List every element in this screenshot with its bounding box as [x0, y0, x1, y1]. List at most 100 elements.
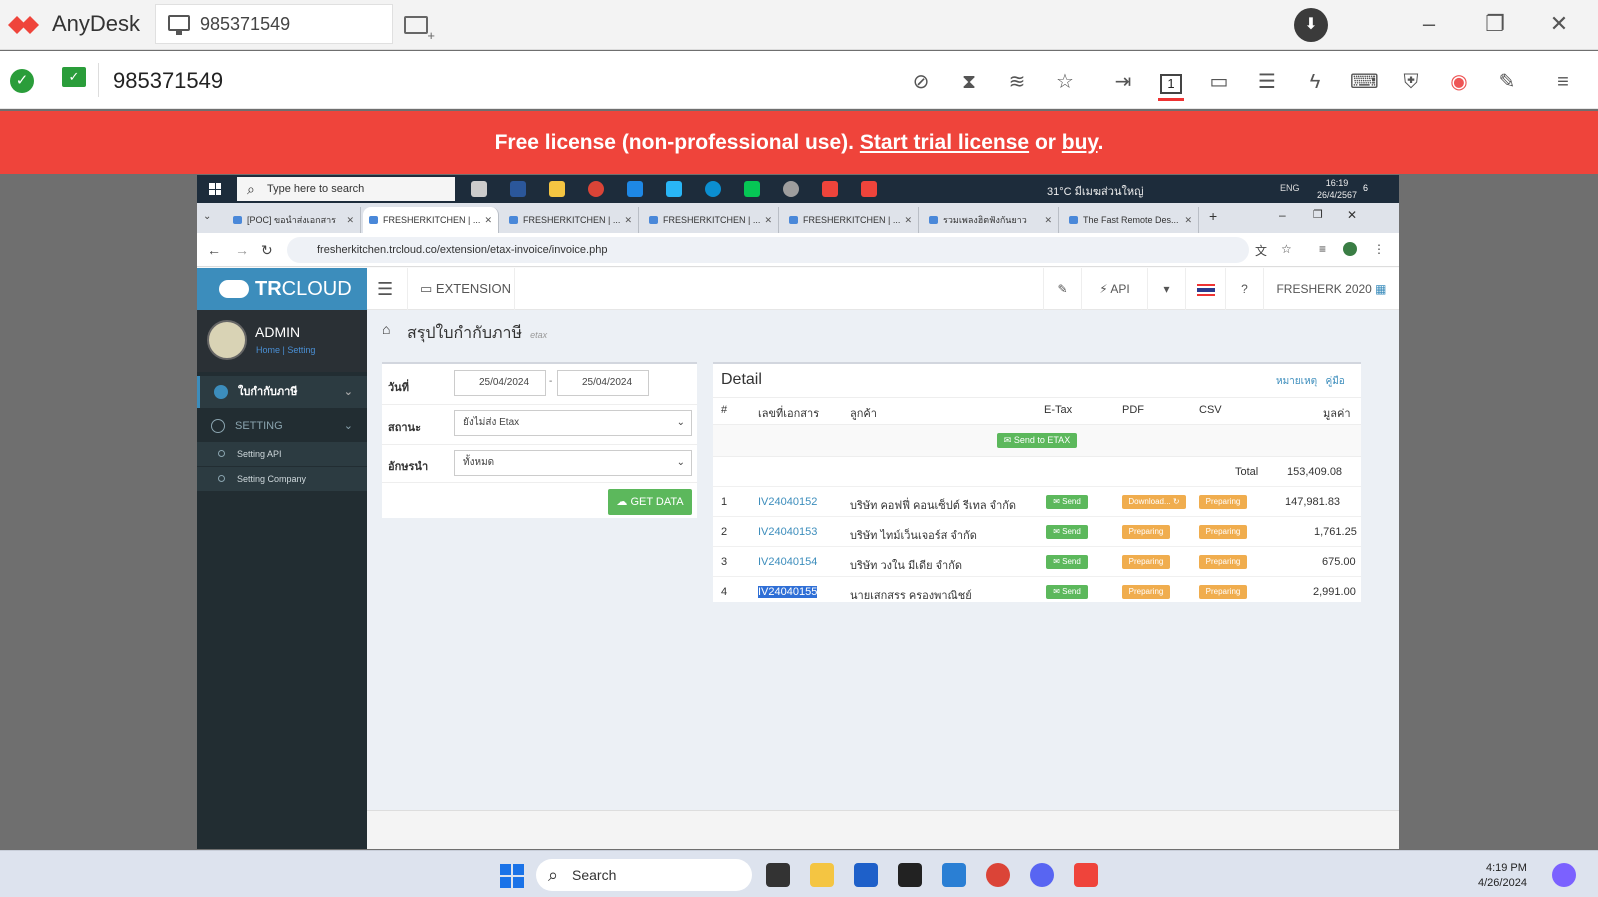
anydesk-task-icon[interactable]	[822, 181, 838, 197]
host-clock[interactable]: 4:19 PM 4/26/2024	[1478, 861, 1527, 891]
line-icon[interactable]	[744, 181, 760, 197]
buy-link[interactable]: buy	[1062, 131, 1098, 154]
edge-icon[interactable]	[705, 181, 721, 197]
privacy-icon[interactable]: ⊘	[908, 69, 934, 95]
anydesk-taskbar-icon[interactable]	[1074, 863, 1098, 887]
remote-screen[interactable]: Type here to search 31°C มีเมฆส่วนใหญ่ E…	[197, 175, 1399, 849]
sidebar-item-setting[interactable]: SETTING ⌄	[197, 410, 367, 442]
etax-send-button[interactable]: ✉ Send	[1046, 495, 1088, 509]
weather-widget[interactable]: 31°C มีเมฆส่วนใหญ่	[1047, 182, 1143, 200]
date-to-input[interactable]: 25/04/2024	[557, 370, 649, 396]
sidebar-sub-setting-company[interactable]: Setting Company	[197, 467, 367, 491]
manual-link[interactable]: คู่มือ	[1326, 376, 1345, 387]
back-icon[interactable]: ←	[207, 242, 221, 258]
trcloud-logo[interactable]: TRCLOUD	[197, 268, 367, 310]
browser-tab[interactable]: FRESHERKITCHEN | ... ✕	[783, 207, 919, 233]
setting-link[interactable]: Setting	[287, 345, 315, 355]
sidebar-item-tax-invoice[interactable]: ใบกำกับภาษี ⌄	[197, 376, 367, 408]
date-from-input[interactable]: 25/04/2024	[454, 370, 546, 396]
task-view-icon[interactable]	[766, 863, 790, 887]
send-to-etax-button[interactable]: ✉ Send to ETAX	[997, 433, 1077, 448]
thai-flag-icon[interactable]	[1185, 268, 1225, 310]
forward-icon[interactable]: →	[235, 242, 249, 258]
whiteboard-pen-icon[interactable]: ✎	[1494, 69, 1520, 95]
chrome-alt-icon[interactable]	[783, 181, 799, 197]
host-search-box[interactable]: Search	[536, 859, 752, 891]
task-view-icon[interactable]	[471, 181, 487, 197]
record-icon[interactable]: ◉	[1446, 69, 1472, 95]
sticky-notes-icon[interactable]	[898, 863, 922, 887]
remote-clock[interactable]: 16:19 26/4/2567	[1317, 177, 1357, 201]
hourglass-icon[interactable]: ⧗	[956, 69, 982, 95]
doc-number-link[interactable]: IV24040152	[758, 496, 817, 508]
new-tab-icon[interactable]: +	[1209, 208, 1217, 224]
browser-restore-icon[interactable]: ❐	[1313, 208, 1323, 221]
minimize-button[interactable]: –	[1412, 10, 1446, 38]
tab-close-icon[interactable]: ✕	[904, 207, 912, 233]
doc-number-link[interactable]: IV24040153	[758, 526, 817, 538]
etax-send-button[interactable]: ✉ Send	[1046, 585, 1088, 599]
tab-close-icon[interactable]: ✕	[624, 207, 632, 233]
dropdown-caret-icon[interactable]: ▾	[1147, 268, 1185, 310]
tab-search-icon[interactable]: ⌄	[203, 211, 211, 222]
browser-menu-icon[interactable]: ⋮	[1373, 242, 1385, 256]
file-explorer-icon[interactable]	[810, 863, 834, 887]
keyboard-icon[interactable]: ⌨	[1350, 69, 1379, 95]
file-transfer-icon[interactable]: ⇥	[1110, 69, 1136, 95]
mail-icon[interactable]	[627, 181, 643, 197]
browser-close-icon[interactable]: ✕	[1347, 208, 1357, 222]
language-indicator[interactable]: ENG	[1280, 183, 1300, 193]
actions-lightning-icon[interactable]: ϟ	[1302, 69, 1328, 95]
windows-start-icon[interactable]	[500, 864, 524, 888]
status-select[interactable]: ยังไม่ส่ง Etax ⌄	[454, 410, 692, 436]
help-icon[interactable]: ?	[1225, 268, 1263, 310]
home-link[interactable]: Home	[256, 345, 280, 355]
chrome-icon[interactable]	[588, 181, 604, 197]
pdf-download-button[interactable]: Download... ↻	[1122, 495, 1186, 509]
prefix-select[interactable]: ทั้งหมด ⌄	[454, 450, 692, 476]
address-input[interactable]: 985371549	[155, 4, 393, 44]
remote-search-box[interactable]: Type here to search	[237, 177, 455, 201]
hamburger-menu-icon[interactable]: ☰	[377, 279, 393, 300]
etax-send-button[interactable]: ✉ Send	[1046, 525, 1088, 539]
marker-icon[interactable]: ✎	[1043, 268, 1081, 310]
tab-close-icon[interactable]: ✕	[764, 207, 772, 233]
snipping-tool-icon[interactable]	[942, 863, 966, 887]
tab-close-icon[interactable]: ✕	[346, 207, 354, 233]
get-data-button[interactable]: ☁ GET DATA	[608, 489, 692, 515]
translate-icon[interactable]: 文	[1255, 242, 1267, 259]
tab-close-icon[interactable]: ✕	[484, 207, 492, 233]
file-explorer-icon[interactable]	[549, 181, 565, 197]
database-icon[interactable]: ≋	[1004, 69, 1030, 95]
bookmark-star-icon[interactable]: ☆	[1281, 242, 1292, 256]
chat-icon[interactable]: ☰	[1254, 69, 1280, 95]
profile-avatar[interactable]	[1343, 242, 1357, 256]
star-icon[interactable]: ☆	[1052, 69, 1078, 95]
browser-tab[interactable]: The Fast Remote Des... ✕	[1063, 207, 1199, 233]
doc-number-link-selected[interactable]: IV24040155	[758, 586, 818, 598]
copilot-icon[interactable]	[1552, 863, 1576, 887]
reload-icon[interactable]: ↻	[261, 242, 273, 259]
display-select-button[interactable]: 1	[1158, 69, 1184, 101]
start-trial-link[interactable]: Start trial license	[860, 131, 1029, 154]
api-nav[interactable]: ⚡ API	[1081, 268, 1147, 310]
doc-number-link[interactable]: IV24040154	[758, 556, 817, 568]
notification-count[interactable]: 6	[1363, 183, 1368, 193]
anydesk-task-icon-2[interactable]	[861, 181, 877, 197]
sidebar-sub-setting-api[interactable]: Setting API	[197, 442, 367, 466]
windows-start-icon[interactable]	[209, 183, 221, 195]
restore-button[interactable]: ❐	[1478, 10, 1512, 38]
screen-icon[interactable]: ▭	[1206, 69, 1232, 95]
etax-send-button[interactable]: ✉ Send	[1046, 555, 1088, 569]
main-menu-icon[interactable]: ≡	[1550, 69, 1576, 95]
browser-tab[interactable]: FRESHERKITCHEN | ... ✕	[503, 207, 639, 233]
store-icon[interactable]	[854, 863, 878, 887]
home-icon[interactable]: ⌂	[382, 321, 390, 337]
browser-tab[interactable]: [POC] ขอนำส่งเอกสาร ✕	[227, 207, 361, 233]
company-selector[interactable]: FRESHERK 2020 ▦	[1263, 268, 1399, 310]
permissions-shield-icon[interactable]: ⛨	[1398, 69, 1424, 95]
discord-icon[interactable]	[1030, 863, 1054, 887]
extension-nav[interactable]: ▭ EXTENSION	[407, 268, 515, 310]
note-link[interactable]: หมายเหตุ	[1276, 376, 1317, 387]
chrome-icon[interactable]	[986, 863, 1010, 887]
